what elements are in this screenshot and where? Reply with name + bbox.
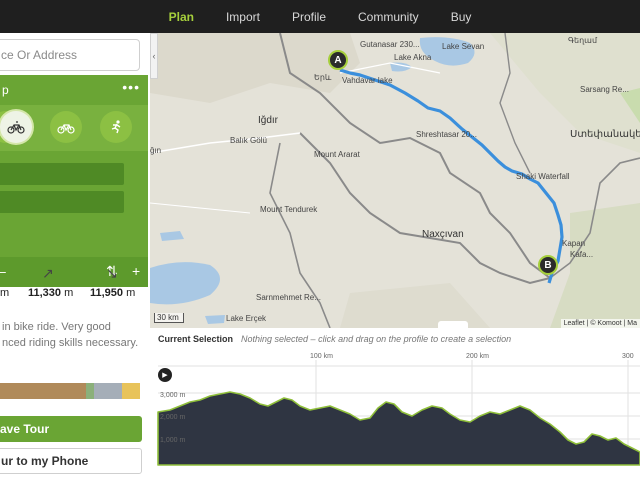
tour-planner-sidebar: p ••• – ⇅ + ↗ ↘ m 11,330 m <box>0 33 150 480</box>
y-tick-label: 2,000 m <box>160 414 186 421</box>
y-tick-label: 3,000 m <box>160 392 186 399</box>
surface-bar <box>0 383 140 399</box>
search-input[interactable] <box>0 40 139 70</box>
map-scale: 30 km <box>154 313 184 323</box>
profile-header: Current Selection Nothing selected – clic… <box>158 334 511 344</box>
map-label: Kapan <box>562 239 586 248</box>
map-label: Ստեփանակերտ <box>570 129 640 140</box>
start-marker[interactable]: A <box>328 50 348 70</box>
downhill-value: 11,950 m <box>90 287 136 299</box>
planner-header: p ••• <box>0 79 148 99</box>
map-label: Vahdavar lake <box>342 76 393 85</box>
route-map[interactable]: Gutanasar 230... Lake Sevan Lake Akna Va… <box>150 33 640 328</box>
tour-description: in bike ride. Very good nced riding skil… <box>2 321 139 349</box>
map-label: Sarsang Re... <box>580 85 629 94</box>
nav-plan[interactable]: Plan <box>153 10 210 24</box>
distance-unit: m <box>0 287 10 299</box>
nav-profile[interactable]: Profile <box>276 10 342 24</box>
map-label: Iğdır <box>258 115 279 126</box>
send-to-phone-button[interactable]: ur to my Phone <box>0 448 142 474</box>
profile-toggle-tab[interactable] <box>438 321 468 328</box>
surface-segment <box>0 383 86 399</box>
mountain-bike-icon[interactable] <box>0 111 32 143</box>
end-point-field[interactable] <box>0 191 124 213</box>
elevation-chart <box>157 360 640 466</box>
profile-title: Current Selection <box>158 334 234 344</box>
planner-label: p <box>2 83 9 97</box>
y-tick-label: 1,000 m <box>160 437 186 444</box>
map-label: Naxçıvan <box>422 229 464 240</box>
end-marker[interactable]: B <box>538 255 558 275</box>
surface-segment <box>122 383 140 399</box>
planner-panel: p ••• – ⇅ + <box>0 75 148 287</box>
elevation-profile[interactable]: Current Selection Nothing selected – clic… <box>150 328 640 480</box>
map-label: Lake Erçek <box>226 314 267 323</box>
map-label: Balık Gölü <box>230 136 267 145</box>
map-label: ğın <box>150 146 162 155</box>
map-label: Shreshtasar 20... <box>416 130 477 139</box>
save-tour-button[interactable]: ave Tour <box>0 416 142 442</box>
uphill-arrow-icon: ↗ <box>42 265 54 281</box>
profile-hint: Nothing selected – click and drag on the… <box>241 334 512 344</box>
surface-segment <box>94 383 122 399</box>
surface-segment <box>86 383 94 399</box>
nav-community[interactable]: Community <box>342 10 435 24</box>
play-icon[interactable]: ▶ <box>158 368 172 382</box>
bike-icon[interactable] <box>50 111 82 143</box>
more-options-icon[interactable]: ••• <box>122 79 140 95</box>
map-label: Գեղամ <box>568 36 598 45</box>
map-attribution[interactable]: Leaflet | © Komoot | Ma <box>560 319 640 328</box>
tour-stats: ↗ ↘ m 11,330 m 11,950 m <box>0 259 148 319</box>
map-label: Shaki Waterfall <box>516 172 570 181</box>
top-navigation: Plan Import Profile Community Buy <box>0 0 640 33</box>
running-icon[interactable] <box>100 111 132 143</box>
nav-import[interactable]: Import <box>210 10 276 24</box>
nav-buy[interactable]: Buy <box>435 10 488 24</box>
collapse-sidebar-handle[interactable]: ‹ <box>150 33 158 79</box>
map-label: Mount Tendurek <box>260 205 318 214</box>
start-point-field[interactable] <box>0 163 124 185</box>
map-label: Gutanasar 230... <box>360 40 420 49</box>
map-label: Lake Sevan <box>442 42 485 51</box>
map-label: Mount Ararat <box>314 150 360 159</box>
search-box <box>0 39 140 71</box>
map-label: Lake Akna <box>394 53 432 62</box>
map-label: Kafa... <box>570 250 594 259</box>
downhill-arrow-icon: ↘ <box>106 265 118 281</box>
uphill-value: 11,330 m <box>28 287 74 299</box>
map-label: Երև <box>314 73 332 82</box>
sport-selector <box>0 105 148 151</box>
map-label: Sarnmehmet Re... <box>256 293 321 302</box>
